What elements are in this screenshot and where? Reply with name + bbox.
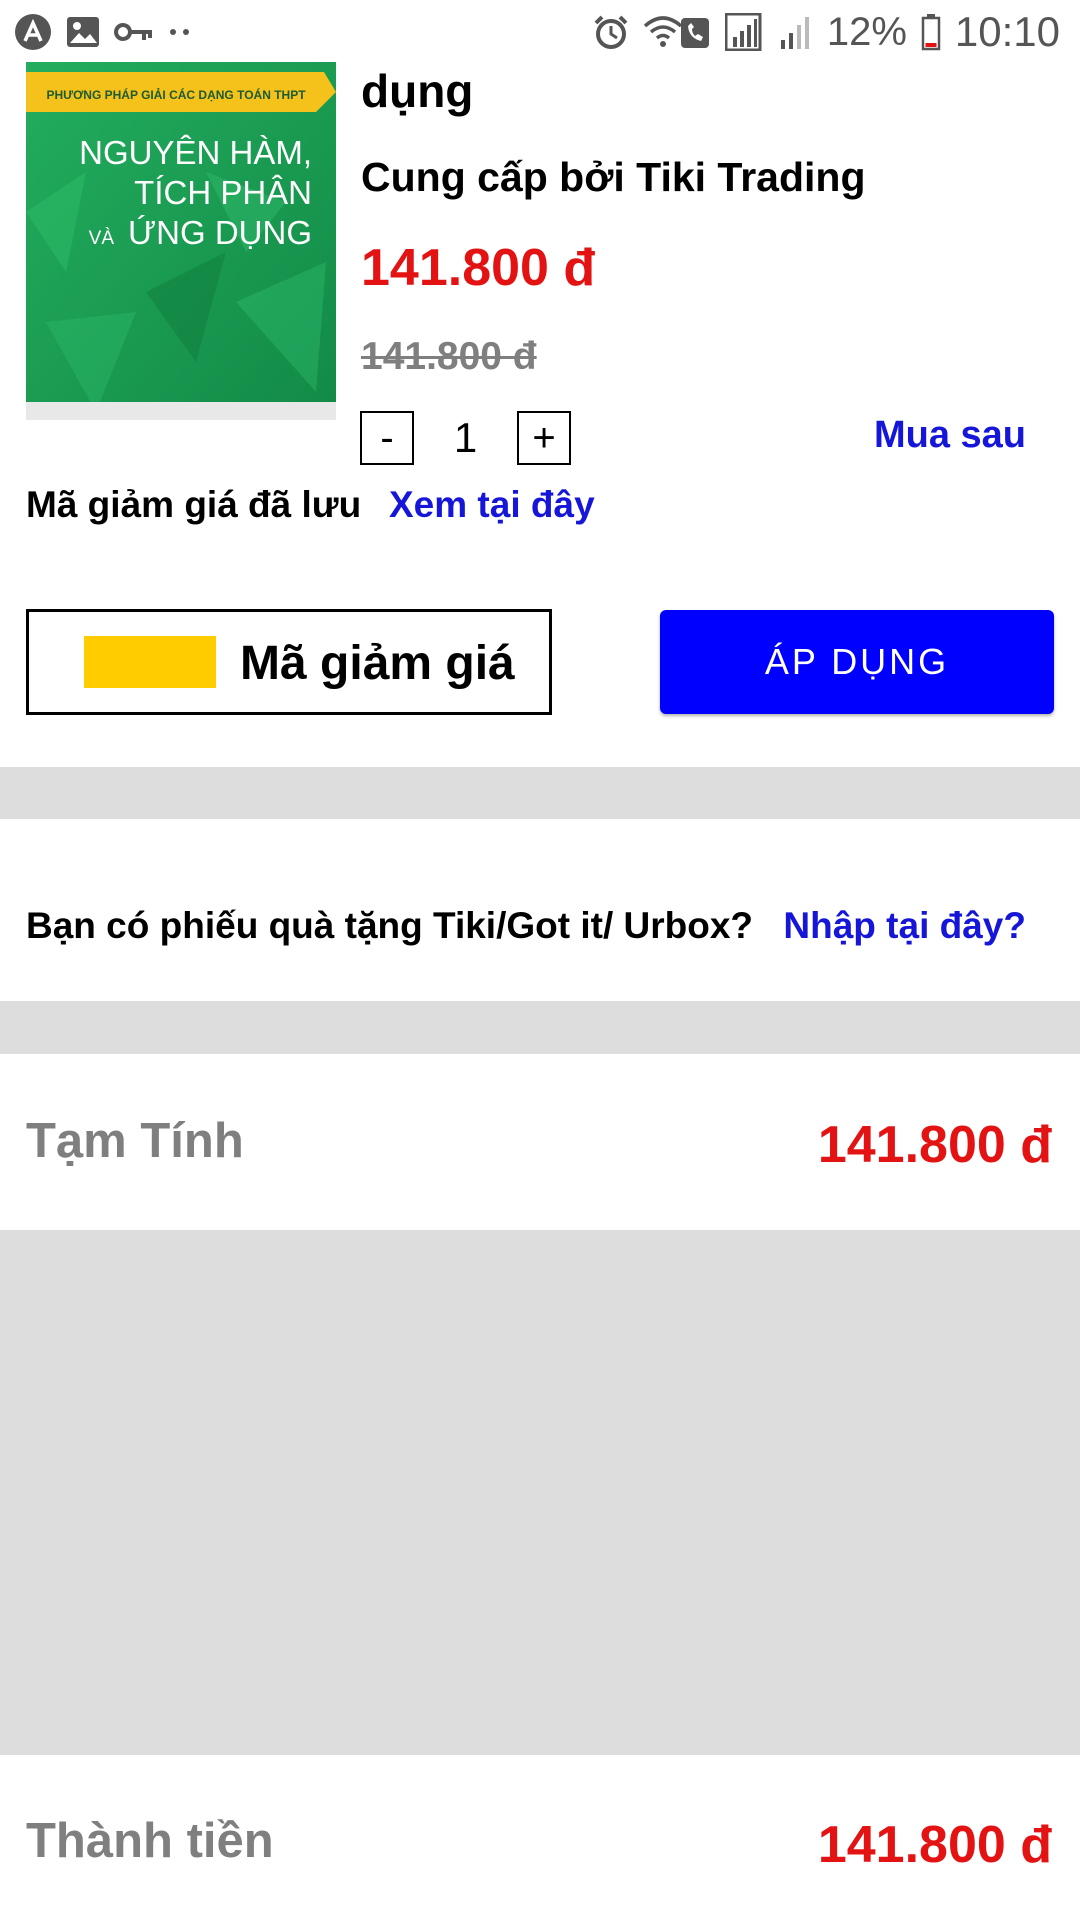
section-divider: [0, 767, 1080, 819]
product-title[interactable]: dụng: [361, 64, 473, 118]
product-seller: Cung cấp bởi Tiki Trading: [361, 154, 866, 200]
signal-icon: [779, 14, 813, 50]
quantity-increase-button[interactable]: +: [517, 411, 571, 465]
quantity-value: 1: [453, 414, 478, 461]
quantity-decrease-button[interactable]: -: [360, 411, 414, 465]
cover-title-line1: NGUYÊN HÀM,: [79, 134, 312, 171]
product-price: 141.800 đ: [361, 239, 596, 297]
cover-title-line3-small: VÀ: [89, 228, 115, 249]
total-value: 141.800 đ: [817, 1816, 1052, 1874]
coupon-label: Mã giảm giá: [240, 637, 515, 690]
coupon-input[interactable]: Mã giảm giá: [26, 609, 552, 715]
alarm-icon: [593, 14, 629, 50]
gift-card-label: Bạn có phiếu quà tặng Tiki/Got it/ Urbox…: [26, 905, 754, 946]
apply-coupon-button[interactable]: ÁP DỤNG: [660, 610, 1054, 714]
buy-later-link[interactable]: Mua sau: [874, 414, 1026, 457]
cover-title-line3: ỨNG DỤNG: [128, 214, 312, 251]
cover-title-line2: TÍCH PHÂN: [134, 174, 312, 211]
product-original-price: 141.800 đ: [361, 335, 537, 378]
app-notification-icon: [14, 13, 52, 51]
status-bar-right: 12% 10:10: [593, 8, 1060, 56]
subtotal-value: 141.800 đ: [817, 1116, 1052, 1174]
saved-coupon-label: Mã giảm giá đã lưu: [26, 484, 362, 525]
more-dots-icon: [168, 27, 192, 37]
battery-percent: 12%: [826, 9, 907, 54]
section-divider: [0, 1001, 1080, 1054]
product-image[interactable]: PHƯƠNG PHÁP GIẢI CÁC DẠNG TOÁN THPT NGUY…: [26, 62, 336, 420]
image-icon: [66, 16, 100, 48]
coupon-swatch: [84, 636, 216, 688]
total-label: Thành tiền: [26, 1814, 274, 1868]
wifi-calling-icon: [643, 14, 711, 50]
clock: 10:10: [954, 8, 1060, 55]
empty-gray-panel: [0, 1230, 1080, 1755]
cover-series-line: PHƯƠNG PHÁP GIẢI CÁC DẠNG TOÁN THPT: [46, 87, 306, 102]
subtotal-label: Tạm Tính: [26, 1114, 244, 1168]
status-bar-left: [14, 13, 192, 51]
saved-coupon-link[interactable]: Xem tại đây: [389, 484, 595, 526]
battery-icon: [921, 13, 941, 51]
key-icon: [114, 20, 154, 44]
signal-icon: [724, 13, 765, 51]
gift-card-link[interactable]: Nhập tại đây?: [783, 905, 1026, 947]
status-bar: 12% 10:10: [0, 0, 1080, 64]
